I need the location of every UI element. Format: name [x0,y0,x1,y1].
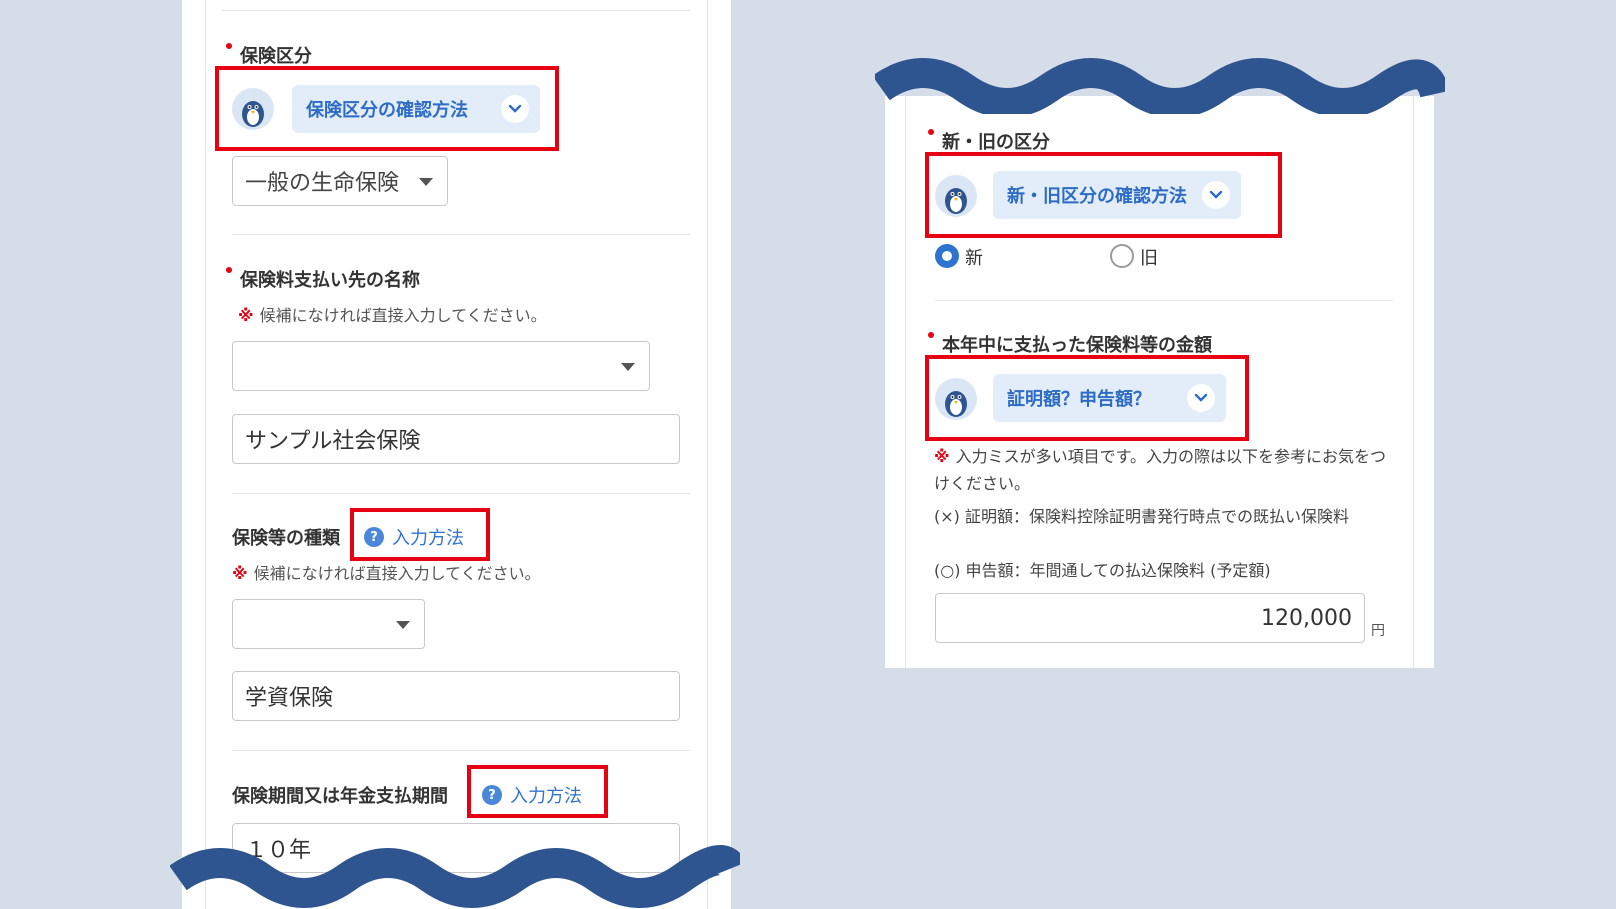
payee-name-note: ※ 候補になければ直接入力してください。 [238,306,547,325]
panel-inner-border-left [205,0,206,909]
payee-name-select[interactable] [232,341,650,391]
payee-name-input[interactable]: サンプル社会保険 [232,414,680,464]
section-divider [222,10,690,11]
section-divider [232,234,690,235]
panel-inner-border-right [707,0,708,909]
payee-name-label: 保険料支払い先の名称 [240,270,420,291]
amount-explanation-certificate: (×) 証明額：保険料控除証明書発行時点での既払い保険料 [934,507,1349,526]
insurance-type-label: 保険等の種類 [232,528,340,549]
highlight-frame [215,66,559,151]
select-value: 一般の生命保険 [245,171,400,196]
amount-unit: 円 [1371,623,1385,639]
insurance-type-note: ※ 候補になければ直接入力してください。 [232,564,541,583]
required-dot [928,129,934,135]
caret-down-icon [621,363,635,371]
highlight-frame [925,152,1282,238]
required-dot [226,267,232,273]
amount-warning-note: ※ 入力ミスが多い項目です。入力の際は以下を参考にお気をつけください。 [934,447,1386,493]
insurance-category-select[interactable]: 一般の生命保険 [232,156,448,206]
highlight-frame [925,355,1249,441]
required-dot [226,43,232,49]
radio-old[interactable] [1110,244,1134,268]
panel-inner-border-left [905,96,906,668]
insurance-type-select[interactable] [232,599,425,649]
cut-wave-decoration [170,845,740,908]
section-divider [935,300,1393,301]
insurance-category-label: 保険区分 [240,46,312,67]
amount-label: 本年中に支払った保険料等の金額 [942,335,1212,356]
panel-inner-border-right [1413,96,1414,668]
insurance-period-label: 保険期間又は年金支払期間 [232,786,448,807]
radio-new[interactable] [935,244,959,268]
caret-down-icon [396,621,410,629]
radio-new-label: 新 [965,248,983,269]
new-old-label: 新・旧の区分 [942,132,1050,153]
radio-old-label: 旧 [1140,248,1158,269]
cut-wave-decoration [875,58,1445,114]
insurance-type-input[interactable]: 学資保険 [232,671,680,721]
caret-down-icon [419,178,433,186]
highlight-frame [467,765,608,818]
amount-explanation-declared: (○) 申告額：年間通しての払込保険料 (予定額) [934,561,1271,580]
section-divider [232,750,690,751]
required-dot [928,332,934,338]
highlight-frame [350,508,490,561]
section-divider [232,493,690,494]
amount-input[interactable]: 120,000 [935,593,1365,643]
